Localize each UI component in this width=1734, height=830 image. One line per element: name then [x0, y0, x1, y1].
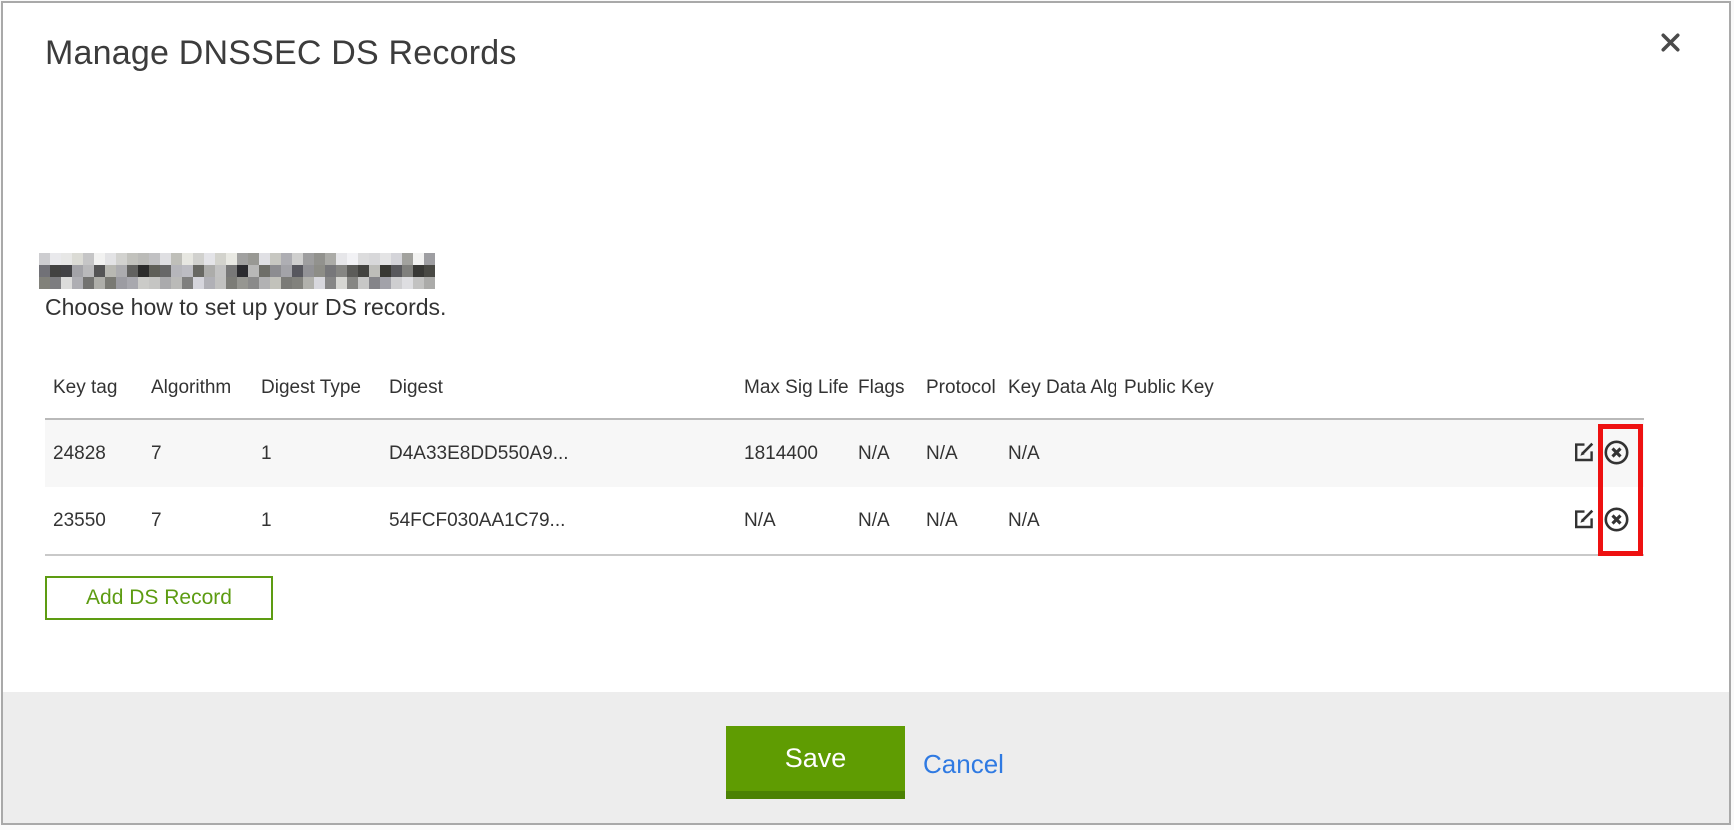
add-ds-record-button[interactable]: Add DS Record [45, 576, 273, 620]
instruction-text: Choose how to set up your DS records. [45, 294, 446, 321]
cell-actions [1564, 419, 1644, 487]
col-digest: Digest [381, 357, 736, 419]
edit-icon [1572, 452, 1596, 467]
edit-icon [1572, 519, 1596, 534]
table-header-row: Key tag Algorithm Digest Type Digest Max… [45, 357, 1644, 419]
col-actions [1564, 357, 1644, 419]
cell-protocol: N/A [918, 419, 1000, 487]
close-button[interactable] [1651, 25, 1689, 63]
cell-flags: N/A [850, 419, 918, 487]
delete-record-button[interactable] [1603, 439, 1630, 469]
cell-digest-type: 1 [253, 487, 381, 555]
col-key-data-alg: Key Data Alg [1000, 357, 1116, 419]
cell-max-sig-life: 1814400 [736, 419, 850, 487]
cell-key-tag: 24828 [45, 419, 143, 487]
save-button[interactable]: Save [726, 726, 905, 799]
cell-public-key [1116, 487, 1564, 555]
delete-record-button[interactable] [1603, 506, 1630, 536]
col-algorithm: Algorithm [143, 357, 253, 419]
cell-digest: D4A33E8DD550A9... [381, 419, 736, 487]
col-protocol: Protocol [918, 357, 1000, 419]
col-max-sig-life: Max Sig Life [736, 357, 850, 419]
col-flags: Flags [850, 357, 918, 419]
col-public-key: Public Key [1116, 357, 1564, 419]
cell-public-key [1116, 419, 1564, 487]
cell-protocol: N/A [918, 487, 1000, 555]
page-title: Manage DNSSEC DS Records [45, 34, 517, 73]
delete-icon [1603, 454, 1630, 469]
cell-key-tag: 23550 [45, 487, 143, 555]
cell-actions [1564, 487, 1644, 555]
cell-flags: N/A [850, 487, 918, 555]
table-row: 2482871D4A33E8DD550A9...1814400N/AN/AN/A [45, 419, 1644, 487]
cancel-link[interactable]: Cancel [923, 749, 1004, 780]
edit-record-button[interactable] [1572, 440, 1596, 467]
ds-records-table: Key tag Algorithm Digest Type Digest Max… [45, 357, 1644, 556]
cell-max-sig-life: N/A [736, 487, 850, 555]
cell-key-data-alg: N/A [1000, 487, 1116, 555]
table-row: 235507154FCF030AA1C79...N/AN/AN/AN/A [45, 487, 1644, 555]
delete-icon [1603, 521, 1630, 536]
manage-dnssec-modal: Manage DNSSEC DS Records Choose how to s… [1, 1, 1731, 825]
close-icon [1657, 29, 1684, 59]
cell-digest: 54FCF030AA1C79... [381, 487, 736, 555]
col-key-tag: Key tag [45, 357, 143, 419]
cell-digest-type: 1 [253, 419, 381, 487]
redacted-domain-name [39, 253, 435, 289]
cell-algorithm: 7 [143, 487, 253, 555]
edit-record-button[interactable] [1572, 507, 1596, 534]
col-digest-type: Digest Type [253, 357, 381, 419]
table-body: 2482871D4A33E8DD550A9...1814400N/AN/AN/A… [45, 419, 1644, 555]
cell-algorithm: 7 [143, 419, 253, 487]
cell-key-data-alg: N/A [1000, 419, 1116, 487]
